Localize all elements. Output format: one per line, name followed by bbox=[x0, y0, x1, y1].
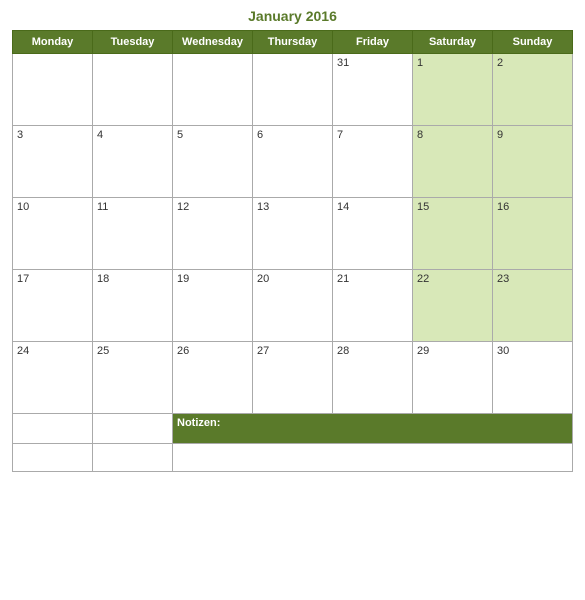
day-number: 1 bbox=[417, 57, 423, 69]
day-cell: 26 bbox=[173, 342, 253, 414]
day-number: 14 bbox=[337, 201, 349, 213]
calendar-title: January 2016 bbox=[12, 8, 573, 24]
day-number: 8 bbox=[417, 129, 423, 141]
day-number: 29 bbox=[417, 345, 429, 357]
notes-empty-cell bbox=[93, 414, 173, 444]
column-header-monday: Monday bbox=[13, 31, 93, 54]
day-number: 7 bbox=[337, 129, 343, 141]
day-cell: 6 bbox=[253, 126, 333, 198]
day-cell: 20 bbox=[253, 270, 333, 342]
day-number: 3 bbox=[17, 129, 23, 141]
day-number: 17 bbox=[17, 273, 29, 285]
day-number: 24 bbox=[17, 345, 29, 357]
day-cell: 21 bbox=[333, 270, 413, 342]
day-cell: 25 bbox=[93, 342, 173, 414]
bottom-empty-cell bbox=[93, 444, 173, 472]
column-header-saturday: Saturday bbox=[413, 31, 493, 54]
day-cell: 2 bbox=[493, 54, 573, 126]
day-cell: 27 bbox=[253, 342, 333, 414]
day-cell: 15 bbox=[413, 198, 493, 270]
day-cell: 11 bbox=[93, 198, 173, 270]
column-header-wednesday: Wednesday bbox=[173, 31, 253, 54]
day-number: 5 bbox=[177, 129, 183, 141]
day-number: 9 bbox=[497, 129, 503, 141]
day-number: 20 bbox=[257, 273, 269, 285]
column-header-thursday: Thursday bbox=[253, 31, 333, 54]
day-cell: 23 bbox=[493, 270, 573, 342]
day-cell: 29 bbox=[413, 342, 493, 414]
bottom-row bbox=[13, 444, 573, 472]
day-number: 13 bbox=[257, 201, 269, 213]
week-row-3: 10 11 12 13 14 15 16 bbox=[13, 198, 573, 270]
header-row: MondayTuesdayWednesdayThursdayFridaySatu… bbox=[13, 31, 573, 54]
day-cell: 22 bbox=[413, 270, 493, 342]
week-row-1: 31 1 2 bbox=[13, 54, 573, 126]
day-cell bbox=[173, 54, 253, 126]
day-cell bbox=[253, 54, 333, 126]
day-number: 18 bbox=[97, 273, 109, 285]
calendar-wrapper: January 2016 MondayTuesdayWednesdayThurs… bbox=[0, 0, 585, 480]
day-cell: 17 bbox=[13, 270, 93, 342]
notes-empty-cell bbox=[13, 414, 93, 444]
day-cell: 5 bbox=[173, 126, 253, 198]
day-cell: 18 bbox=[93, 270, 173, 342]
day-cell: 4 bbox=[93, 126, 173, 198]
day-cell: 13 bbox=[253, 198, 333, 270]
day-cell bbox=[13, 54, 93, 126]
day-number: 30 bbox=[497, 345, 509, 357]
day-cell: 14 bbox=[333, 198, 413, 270]
day-cell: 3 bbox=[13, 126, 93, 198]
day-number: 15 bbox=[417, 201, 429, 213]
day-cell: 30 bbox=[493, 342, 573, 414]
day-number: 12 bbox=[177, 201, 189, 213]
day-cell bbox=[93, 54, 173, 126]
day-cell: 12 bbox=[173, 198, 253, 270]
day-cell: 1 bbox=[413, 54, 493, 126]
day-cell: 24 bbox=[13, 342, 93, 414]
day-number: 27 bbox=[257, 345, 269, 357]
notes-label-cell: Notizen: bbox=[173, 414, 573, 444]
week-row-2: 3 4 5 6 7 8 9 bbox=[13, 126, 573, 198]
day-cell: 10 bbox=[13, 198, 93, 270]
day-cell: 7 bbox=[333, 126, 413, 198]
day-number: 25 bbox=[97, 345, 109, 357]
day-number: 31 bbox=[337, 57, 349, 69]
day-number: 21 bbox=[337, 273, 349, 285]
day-number: 26 bbox=[177, 345, 189, 357]
day-number: 28 bbox=[337, 345, 349, 357]
column-header-tuesday: Tuesday bbox=[93, 31, 173, 54]
notes-content-cell[interactable] bbox=[173, 444, 573, 472]
day-number: 22 bbox=[417, 273, 429, 285]
day-cell: 9 bbox=[493, 126, 573, 198]
column-header-friday: Friday bbox=[333, 31, 413, 54]
day-cell: 16 bbox=[493, 198, 573, 270]
day-cell: 8 bbox=[413, 126, 493, 198]
calendar-table: MondayTuesdayWednesdayThursdayFridaySatu… bbox=[12, 30, 573, 472]
week-row-4: 17 18 19 20 21 22 23 bbox=[13, 270, 573, 342]
day-number: 19 bbox=[177, 273, 189, 285]
day-number: 11 bbox=[97, 201, 108, 213]
day-number: 23 bbox=[497, 273, 509, 285]
day-number: 2 bbox=[497, 57, 503, 69]
day-number: 6 bbox=[257, 129, 263, 141]
notes-row: Notizen: bbox=[13, 414, 573, 444]
week-row-5: 24 25 26 27 28 29 30 bbox=[13, 342, 573, 414]
day-number: 4 bbox=[97, 129, 103, 141]
day-cell: 28 bbox=[333, 342, 413, 414]
day-number: 16 bbox=[497, 201, 509, 213]
day-cell: 31 bbox=[333, 54, 413, 126]
day-cell: 19 bbox=[173, 270, 253, 342]
column-header-sunday: Sunday bbox=[493, 31, 573, 54]
bottom-empty-cell bbox=[13, 444, 93, 472]
day-number: 10 bbox=[17, 201, 29, 213]
